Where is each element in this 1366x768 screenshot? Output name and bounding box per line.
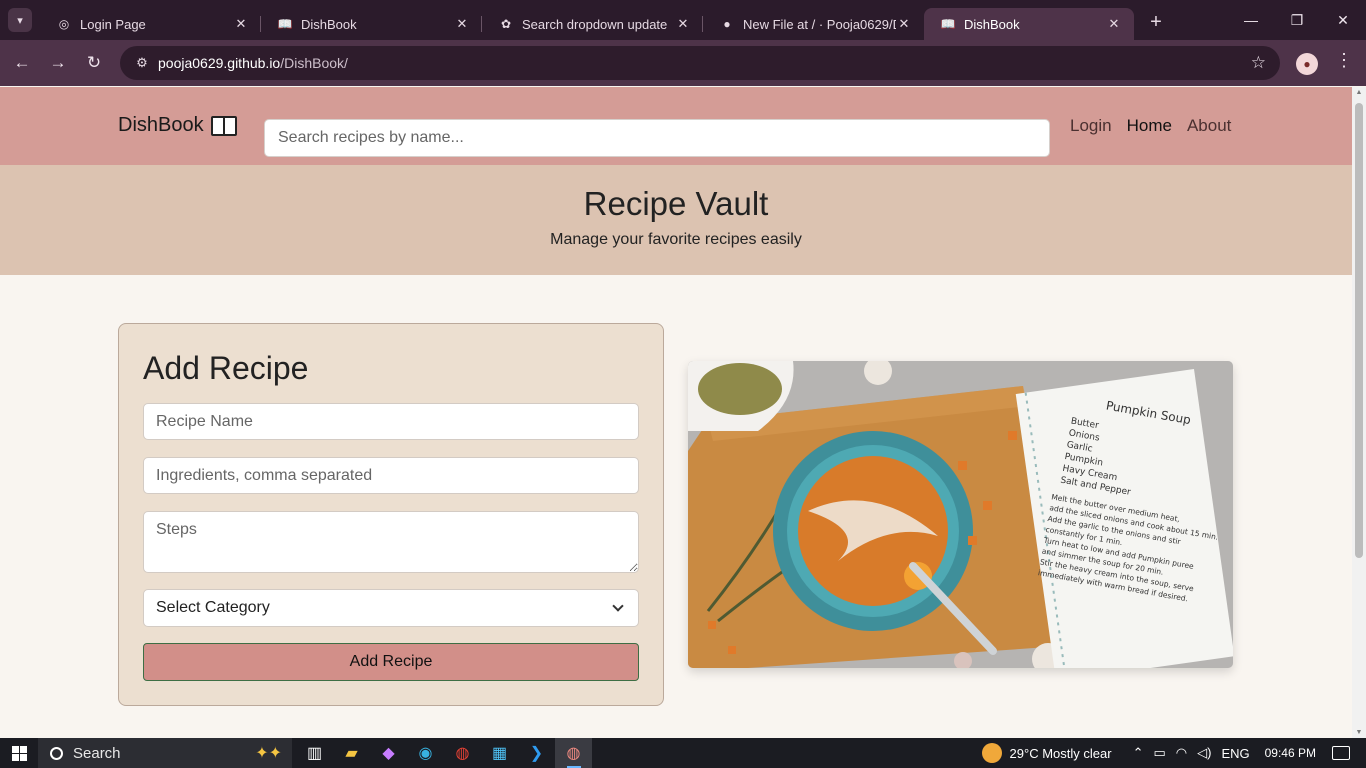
page-viewport: DishBook Login Home About Recipe Vault M… (0, 87, 1352, 738)
steps-textarea[interactable] (143, 511, 639, 573)
open-book-icon (210, 115, 237, 136)
category-selected-value: Select Category (156, 599, 270, 616)
site-brand[interactable]: DishBook (118, 114, 237, 137)
windows-start-icon[interactable] (0, 738, 38, 768)
page-scrollbar[interactable]: ▲ ▼ (1352, 87, 1366, 738)
hero-banner: Recipe Vault Manage your favorite recipe… (0, 165, 1352, 275)
site-nav-links: Login Home About (1070, 116, 1231, 136)
minimize-icon[interactable]: — (1228, 0, 1274, 40)
address-bar-row: ← → ↻ ⚙ pooja0629.github.io/DishBook/ ☆ (0, 40, 1366, 86)
copilot-sparkle-icon: ✦✦ (255, 745, 282, 762)
globe-icon: ◎ (58, 17, 70, 31)
tab-dishbook[interactable]: 📖 DishBook ✕ (261, 8, 482, 40)
tab-login-page[interactable]: ◎ Login Page ✕ (40, 8, 261, 40)
chevron-down-icon (612, 600, 624, 612)
add-recipe-card: Add Recipe Select Category Add Recipe (118, 323, 664, 706)
github-icon: ● (723, 17, 731, 31)
recipe-name-input[interactable] (143, 403, 639, 440)
taskbar-apps: ▥ ▰ ◆ ◉ ◍ ▦ ❯ ◍ (296, 738, 592, 768)
close-icon[interactable]: ✕ (896, 16, 912, 32)
tab-title: DishBook (964, 16, 1020, 32)
scrollbar-thumb[interactable] (1355, 103, 1363, 558)
add-recipe-button[interactable]: Add Recipe (143, 643, 639, 681)
scroll-up-arrow-icon[interactable]: ▲ (1355, 89, 1363, 96)
profile-avatar[interactable]: ● (1296, 53, 1318, 75)
ingredients-input[interactable] (143, 457, 639, 494)
notification-icon[interactable] (1332, 746, 1350, 760)
site-navbar: DishBook Login Home About (0, 87, 1352, 165)
windows-taskbar: Search ✦✦ ▥ ▰ ◆ ◉ ◍ ▦ ❯ ◍ 29°C Mostly cl… (0, 738, 1366, 768)
tab-title: New File at / · Pooja0629/DishBook (743, 16, 896, 32)
tab-search-button[interactable]: ▾ (8, 8, 32, 32)
taskbar-search[interactable]: Search ✦✦ (38, 738, 292, 768)
search-icon (50, 746, 63, 760)
tab-search-dropdown[interactable]: ✿ Search dropdown update ✕ (482, 8, 703, 40)
nav-link-about[interactable]: About (1187, 116, 1231, 136)
browser-tab-bar: ▾ ◎ Login Page ✕ 📖 DishBook ✕ ✿ Search d… (0, 0, 1366, 40)
close-window-icon[interactable]: ✕ (1320, 0, 1366, 40)
url-text: pooja0629.github.io/DishBook/ (158, 55, 348, 71)
weather-widget[interactable]: 29°C Mostly clear (981, 743, 1112, 763)
chrome-icon[interactable]: ◍ (444, 738, 481, 768)
pumpkin-soup-photo: Pumpkin Soup Butter Onions Garlic Pumpki… (688, 361, 1233, 668)
close-icon[interactable]: ✕ (454, 16, 470, 32)
wifi-icon[interactable]: ◠ (1176, 745, 1187, 761)
book-icon: 📖 (940, 17, 956, 31)
edge-icon[interactable]: ◉ (407, 738, 444, 768)
bookmark-star-icon[interactable]: ☆ (1251, 53, 1266, 73)
hero-title: Recipe Vault (583, 185, 769, 222)
hero-subtitle: Manage your favorite recipes easily (550, 231, 802, 248)
menu-kebab-icon[interactable]: ⋮ (1334, 50, 1354, 78)
recipe-search-input[interactable] (264, 119, 1050, 157)
nav-link-home[interactable]: Home (1127, 116, 1172, 136)
close-icon[interactable]: ✕ (233, 16, 249, 32)
battery-icon[interactable]: ▭ (1153, 745, 1165, 761)
back-arrow-icon[interactable]: ← (6, 47, 38, 79)
window-controls: — ❐ ✕ (1228, 0, 1366, 40)
scroll-down-arrow-icon[interactable]: ▼ (1355, 729, 1363, 736)
tab-title: DishBook (301, 16, 357, 32)
vscode-icon[interactable]: ❯ (518, 738, 555, 768)
site-info-icon[interactable]: ⚙ (126, 55, 158, 71)
clock[interactable]: 09:46 PM (1265, 746, 1316, 760)
chrome-active-icon[interactable]: ◍ (555, 738, 592, 768)
file-explorer-icon[interactable]: ▰ (333, 738, 370, 768)
nav-link-login[interactable]: Login (1070, 116, 1112, 136)
store-icon[interactable]: ▦ (481, 738, 518, 768)
reload-icon[interactable]: ↻ (78, 47, 110, 79)
system-tray: 29°C Mostly clear ⌃ ▭ ◠ ◁) ENG 09:46 PM (981, 738, 1366, 768)
url-bar[interactable]: ⚙ pooja0629.github.io/DishBook/ ☆ (120, 46, 1280, 80)
volume-icon[interactable]: ◁) (1197, 745, 1211, 761)
add-recipe-heading: Add Recipe (143, 350, 309, 386)
brand-name: DishBook (118, 114, 204, 136)
tab-title: Search dropdown update (522, 16, 668, 32)
task-view-icon[interactable]: ▥ (296, 738, 333, 768)
restore-icon[interactable]: ❐ (1274, 0, 1320, 40)
book-icon: 📖 (277, 17, 293, 31)
close-icon[interactable]: ✕ (1106, 16, 1122, 32)
language-indicator[interactable]: ENG (1221, 746, 1249, 761)
forward-arrow-icon[interactable]: → (42, 47, 74, 79)
close-icon[interactable]: ✕ (675, 16, 691, 32)
tab-dishbook-active[interactable]: 📖 DishBook ✕ (924, 8, 1134, 40)
openai-icon: ✿ (500, 17, 512, 31)
taskbar-search-label: Search (73, 744, 121, 762)
weather-temp: 29°C (1009, 745, 1039, 761)
moon-weather-icon (981, 743, 1002, 763)
chevron-up-icon[interactable]: ⌃ (1133, 745, 1144, 761)
tab-github-new-file[interactable]: ● New File at / · Pooja0629/DishBook ✕ (703, 8, 924, 40)
new-tab-button[interactable]: + (1142, 8, 1170, 36)
copilot-icon[interactable]: ◆ (370, 738, 407, 768)
weather-desc: Mostly clear (1042, 745, 1112, 761)
tab-title: Login Page (80, 16, 146, 32)
category-select[interactable]: Select Category (143, 589, 639, 627)
